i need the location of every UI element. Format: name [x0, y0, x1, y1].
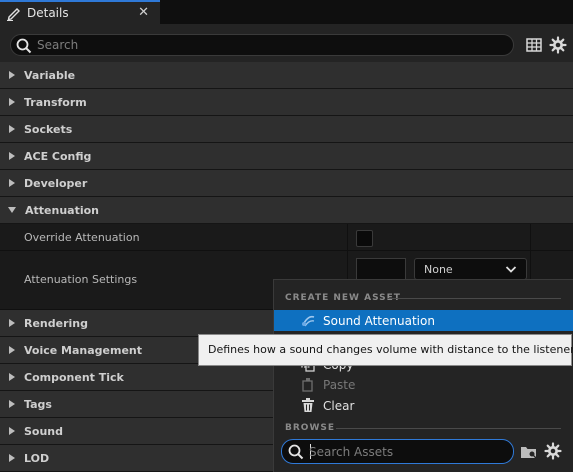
category-label: Variable: [24, 68, 76, 82]
asset-search[interactable]: [281, 439, 514, 464]
browse-header: BROWSE: [285, 423, 335, 433]
category-label: LOD: [24, 451, 50, 465]
collapse-arrow-icon: [8, 207, 16, 213]
details-toolbar: [0, 24, 573, 64]
asset-picker-menu: CREATE NEW ASSET Sound Attenuation Copy …: [273, 279, 573, 472]
menu-item-sound-attenuation[interactable]: Sound Attenuation: [274, 310, 573, 331]
section-divider: [336, 428, 561, 429]
trash-icon: [302, 398, 314, 412]
tab-title: Details: [27, 6, 69, 20]
category-label: Voice Management: [24, 343, 143, 357]
details-search[interactable]: [10, 34, 514, 56]
tab-details[interactable]: Details ✕: [0, 0, 160, 24]
category-label: ACE Config: [24, 149, 92, 163]
category-label: Sockets: [24, 122, 73, 136]
category-variable[interactable]: Variable: [0, 62, 573, 89]
tooltip: Defines how a sound changes volume with …: [198, 334, 573, 366]
browse-folder-icon[interactable]: [520, 444, 538, 460]
expand-arrow-icon: [9, 346, 15, 354]
search-icon: [16, 38, 32, 54]
category-sockets[interactable]: Sockets: [0, 116, 573, 143]
expand-arrow-icon: [9, 400, 15, 408]
property-label: Override Attenuation: [24, 231, 140, 244]
gear-icon[interactable]: [549, 36, 567, 54]
chevron-down-icon: [505, 266, 517, 273]
expand-arrow-icon: [9, 179, 15, 187]
expand-arrow-icon: [9, 373, 15, 381]
category-label: Tags: [24, 397, 52, 411]
gear-icon[interactable]: [544, 442, 562, 460]
expand-arrow-icon: [9, 71, 15, 79]
category-label: Attenuation: [25, 203, 99, 217]
paste-icon: [302, 378, 313, 392]
expand-arrow-icon: [9, 152, 15, 160]
menu-item-clear[interactable]: Clear: [274, 395, 573, 416]
property-label: Attenuation Settings: [24, 273, 138, 286]
property-override-attenuation: Override Attenuation: [0, 224, 573, 251]
search-icon: [288, 444, 304, 460]
category-ace-config[interactable]: ACE Config: [0, 143, 573, 170]
expand-arrow-icon: [9, 125, 15, 133]
column-divider: [530, 224, 531, 250]
combo-value: None: [424, 263, 453, 276]
category-developer[interactable]: Developer: [0, 170, 573, 197]
menu-item-paste[interactable]: Paste: [274, 374, 573, 395]
category-transform[interactable]: Transform: [0, 89, 573, 116]
column-divider: [347, 224, 348, 250]
close-icon[interactable]: ✕: [138, 5, 149, 20]
expand-arrow-icon: [9, 454, 15, 462]
category-label: Component Tick: [24, 370, 124, 384]
expand-arrow-icon: [9, 427, 15, 435]
pencil-icon: [7, 8, 20, 21]
menu-item-label: Paste: [323, 378, 356, 392]
category-label: Developer: [24, 176, 88, 190]
section-divider: [387, 298, 561, 299]
menu-item-label: Clear: [323, 399, 355, 413]
asset-search-input[interactable]: [309, 443, 509, 460]
expand-arrow-icon: [9, 98, 15, 106]
create-new-asset-header: CREATE NEW ASSET: [285, 293, 401, 303]
tooltip-text: Defines how a sound changes volume with …: [208, 343, 573, 356]
attenuation-settings-combo[interactable]: None: [414, 258, 527, 280]
sound-attenuation-icon: [302, 315, 315, 327]
table-view-icon[interactable]: [525, 36, 543, 54]
category-label: Sound: [24, 424, 64, 438]
override-attenuation-checkbox[interactable]: [356, 230, 373, 247]
category-label: Transform: [24, 95, 87, 109]
menu-item-label: Sound Attenuation: [323, 314, 435, 328]
tab-bar: Details ✕: [0, 0, 573, 24]
search-input[interactable]: [37, 36, 497, 54]
category-attenuation[interactable]: Attenuation: [0, 197, 573, 224]
expand-arrow-icon: [9, 319, 15, 327]
category-label: Rendering: [24, 316, 88, 330]
